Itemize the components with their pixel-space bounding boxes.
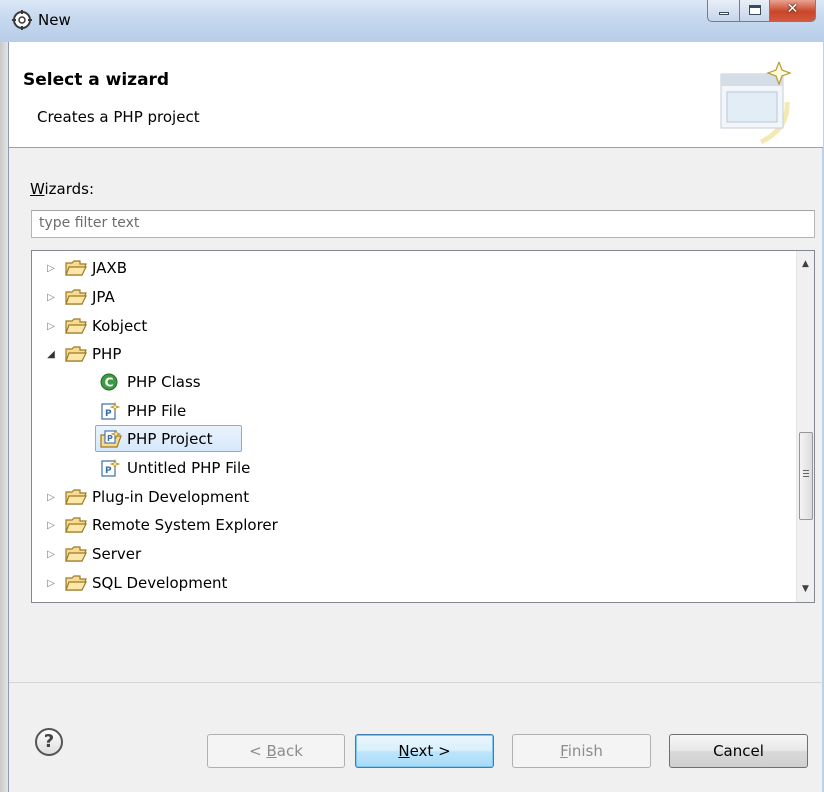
tree-item-label: PHP File: [127, 402, 187, 420]
dialog-body: Select a wizard Creates a PHP project Wi…: [8, 42, 823, 792]
back-button-prefix: <: [249, 742, 267, 760]
tree-scrollbar[interactable]: ▲ ▼: [796, 251, 814, 602]
expand-arrow-icon[interactable]: ▷: [44, 490, 58, 504]
cancel-button[interactable]: Cancel: [669, 734, 808, 768]
tree-item-label: Remote System Explorer: [92, 516, 278, 534]
tree-item-sql-development[interactable]: ▷ SQL Development: [44, 569, 227, 597]
filter-input[interactable]: type filter text: [31, 210, 815, 238]
page-description: Creates a PHP project: [37, 108, 200, 126]
tree-item-label: SQL Development: [92, 574, 228, 592]
folder-icon: [65, 575, 87, 591]
new-wizard-dialog: New ✕ Select a wizard Creates a PHP proj…: [0, 0, 824, 792]
window-controls: ✕: [707, 0, 816, 22]
folder-icon: [65, 289, 87, 305]
tree-item-label: Plug-in Development: [92, 488, 250, 506]
scrollbar-grip-icon: [803, 470, 809, 471]
tree-item-untitled-php-file[interactable]: P Untitled PHP File: [100, 454, 250, 482]
finish-button[interactable]: Finish: [512, 734, 651, 768]
back-button[interactable]: < Back: [207, 734, 345, 768]
php-project-icon: P: [100, 430, 122, 448]
svg-text:P: P: [105, 466, 112, 476]
title-bar[interactable]: New ✕: [0, 0, 824, 42]
svg-text:P: P: [107, 434, 113, 443]
tree-item-remote-system-explorer[interactable]: ▷ Remote System Explorer: [44, 511, 278, 539]
expand-arrow-icon[interactable]: ▷: [44, 576, 58, 590]
php-file-icon: P: [101, 459, 121, 477]
expand-arrow-icon[interactable]: ▷: [44, 547, 58, 561]
scroll-down-arrow-icon[interactable]: ▼: [797, 580, 814, 598]
tree-item-php-project[interactable]: P PHP Project: [100, 425, 212, 453]
svg-text:P: P: [105, 409, 112, 419]
minimize-icon: [719, 12, 729, 15]
help-icon[interactable]: ?: [35, 728, 63, 756]
tree-item-kobject[interactable]: ▷ Kobject: [44, 312, 147, 340]
folder-icon: [65, 318, 87, 334]
folder-icon: [65, 260, 87, 276]
expand-arrow-icon[interactable]: ▷: [44, 518, 58, 532]
maximize-button[interactable]: [740, 0, 770, 22]
tree-item-label: JPA: [92, 288, 115, 306]
tree-item-label: JAXB: [92, 259, 127, 277]
page-title: Select a wizard: [23, 70, 170, 90]
eclipse-new-icon: [12, 10, 32, 30]
wizards-label-accelerator: W: [30, 180, 45, 198]
php-class-icon: C: [100, 373, 118, 391]
tree-item-plug-in-development[interactable]: ▷ Plug-in Development: [44, 483, 249, 511]
tree-item-jaxb[interactable]: ▷ JAXB: [44, 254, 127, 282]
wizard-tree[interactable]: ▷ JAXB ▷ JPA ▷ Kobject ◢ PHP C PHP Class…: [31, 250, 815, 603]
next-button-accelerator: N: [398, 742, 410, 760]
expand-arrow-icon[interactable]: ▷: [44, 290, 58, 304]
back-button-label: ack: [276, 742, 303, 760]
expand-arrow-icon[interactable]: ▷: [44, 319, 58, 333]
tree-item-jpa[interactable]: ▷ JPA: [44, 283, 115, 311]
tree-item-label: PHP Project: [127, 430, 213, 448]
tree-item-label: Kobject: [92, 317, 148, 335]
maximize-icon: [749, 5, 761, 15]
expand-arrow-icon[interactable]: ▷: [44, 261, 58, 275]
finish-button-accelerator: F: [560, 742, 568, 760]
finish-button-label: inish: [567, 742, 603, 760]
folder-icon: [65, 517, 87, 533]
wizards-label: Wizards:: [30, 180, 94, 198]
tree-item-server[interactable]: ▷ Server: [44, 540, 141, 568]
tree-item-label: Untitled PHP File: [127, 459, 251, 477]
next-button[interactable]: Next >: [355, 734, 494, 768]
tree-item-php-file[interactable]: P PHP File: [100, 397, 186, 425]
tree-item-label: Server: [92, 545, 142, 563]
tree-item-label: PHP: [92, 345, 122, 363]
back-button-accelerator: B: [266, 742, 277, 760]
collapse-arrow-icon[interactable]: ◢: [44, 347, 58, 361]
wizards-label-text: izards:: [44, 180, 95, 198]
next-button-label: ext >: [409, 742, 451, 760]
tree-item-label: PHP Class: [127, 373, 201, 391]
wizard-header: Select a wizard Creates a PHP project: [9, 42, 823, 148]
wizard-banner-icon: [720, 62, 792, 144]
folder-icon: [65, 546, 87, 562]
tree-item-php-class[interactable]: C PHP Class: [100, 368, 201, 396]
minimize-button[interactable]: [707, 0, 740, 22]
scroll-up-arrow-icon[interactable]: ▲: [797, 255, 814, 273]
folder-open-icon: [65, 346, 87, 362]
scrollbar-thumb[interactable]: [799, 432, 813, 520]
close-icon: ✕: [786, 1, 799, 17]
php-file-icon: P: [101, 402, 121, 420]
folder-icon: [65, 489, 87, 505]
tree-item-php[interactable]: ◢ PHP: [44, 340, 121, 368]
close-button[interactable]: ✕: [770, 0, 816, 22]
svg-text:C: C: [105, 376, 114, 390]
window-title: New: [38, 11, 71, 29]
button-bar-separator: [9, 682, 823, 683]
